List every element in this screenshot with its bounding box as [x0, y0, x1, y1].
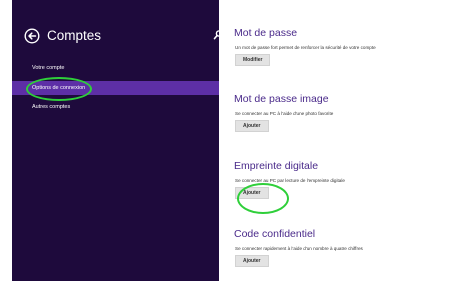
- pin-section: Code confidentiel Se connecter rapidemen…: [234, 228, 472, 267]
- sidebar-header: Comptes: [24, 26, 223, 50]
- section-title: Mot de passe image: [234, 93, 329, 105]
- add-fingerprint-button[interactable]: Ajouter: [235, 187, 269, 199]
- password-section: Mot de passe Un mot de passe fort permet…: [234, 27, 472, 66]
- settings-sidebar: Comptes Votre compte Options de connexio…: [12, 0, 223, 281]
- section-title: Empreinte digitale: [234, 160, 319, 172]
- sidebar-item-votre-compte[interactable]: Votre compte: [12, 61, 219, 75]
- add-picture-password-button[interactable]: Ajouter: [235, 120, 269, 132]
- modify-password-button[interactable]: Modifier: [235, 54, 271, 66]
- sidebar-item-label: Options de connexion: [32, 85, 86, 91]
- sidebar-item-autres-comptes[interactable]: Autres comptes: [12, 100, 219, 114]
- sidebar-item-label: Autres comptes: [32, 104, 71, 110]
- section-description: Se connecter rapidement à l'aide d'un no…: [235, 246, 363, 251]
- picture-password-section: Mot de passe image Se connecter au PC à …: [234, 93, 472, 132]
- search-icon[interactable]: [213, 29, 223, 41]
- sidebar-item-options-de-connexion[interactable]: Options de connexion: [12, 81, 219, 95]
- section-title: Code confidentiel: [234, 228, 316, 240]
- settings-content: Mot de passe Un mot de passe fort permet…: [234, 0, 472, 281]
- fingerprint-section: Empreinte digitale Se connecter au PC pa…: [234, 160, 472, 199]
- sidebar-item-label: Votre compte: [32, 65, 65, 71]
- section-title: Mot de passe: [234, 27, 298, 39]
- add-pin-button[interactable]: Ajouter: [235, 255, 269, 267]
- section-description: Un mot de passe fort permet de renforcer…: [235, 45, 376, 50]
- back-arrow-circle-icon[interactable]: [24, 28, 40, 44]
- section-description: Se connecter au PC à l'aide d'une photo …: [235, 111, 334, 116]
- section-description: Se connecter au PC par lecture de l'empr…: [235, 178, 345, 183]
- page-title: Comptes: [47, 28, 102, 43]
